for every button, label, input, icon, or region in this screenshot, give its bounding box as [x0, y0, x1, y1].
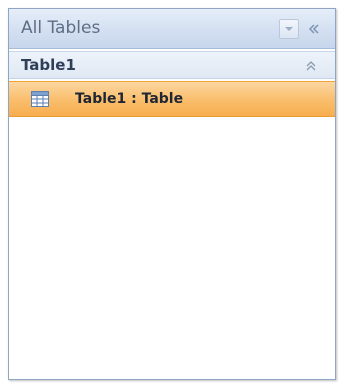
table-icon — [31, 91, 49, 107]
group-title: Table1 — [21, 56, 76, 74]
pane-menu-button[interactable] — [279, 19, 299, 39]
list-item-table1[interactable]: Table1 : Table — [9, 81, 335, 117]
double-chevron-up-icon[interactable] — [303, 58, 319, 74]
navigation-pane-header[interactable]: All Tables — [9, 9, 335, 49]
shutter-bar-close-button[interactable] — [304, 19, 324, 39]
chevron-down-icon — [285, 27, 293, 31]
double-chevron-left-icon — [308, 24, 319, 34]
group-header-table1[interactable]: Table1 — [9, 51, 335, 79]
pane-title[interactable]: All Tables — [21, 18, 100, 38]
navigation-pane: All Tables Table1 Table1: Table — [8, 8, 336, 380]
item-label: Table1 : Table — [75, 91, 184, 107]
navigation-pane-body — [9, 119, 335, 379]
